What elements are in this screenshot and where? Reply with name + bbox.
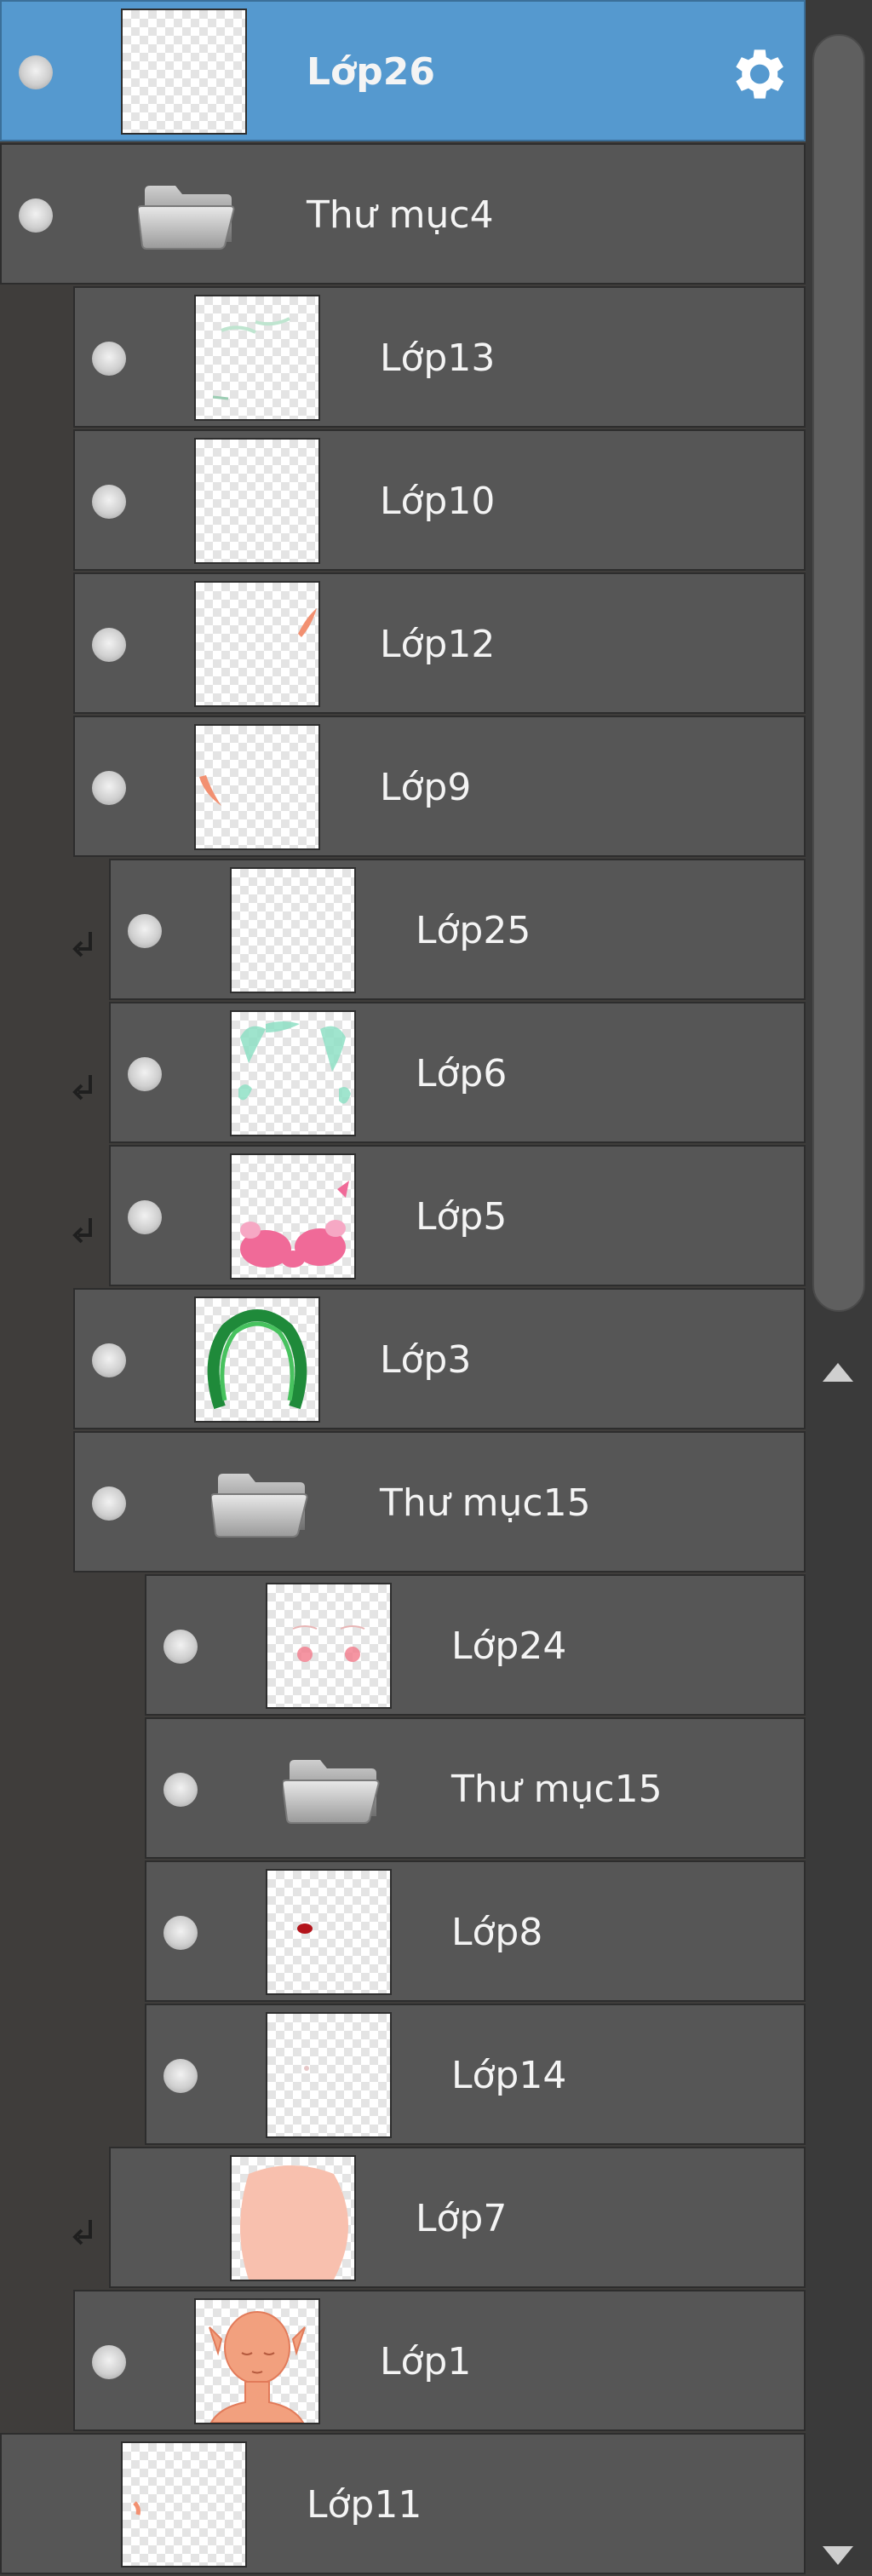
visibility-toggle-icon[interactable] bbox=[128, 1057, 162, 1091]
folder-name: Thư mục15 bbox=[380, 1481, 591, 1525]
scroll-up-arrow-icon[interactable] bbox=[823, 1363, 853, 1382]
layer-row[interactable]: Lớp7 bbox=[109, 2147, 806, 2288]
layer-thumbnail bbox=[196, 296, 318, 419]
visibility-toggle-icon[interactable] bbox=[164, 2059, 198, 2093]
visibility-toggle-icon[interactable] bbox=[92, 342, 126, 376]
layer-thumbnail bbox=[123, 2443, 245, 2566]
layer-name: Lớp26 bbox=[307, 50, 435, 94]
layer-name: Lớp7 bbox=[416, 2197, 508, 2240]
layer-row[interactable]: Lớp8 bbox=[145, 1860, 806, 2002]
layer-thumbnail bbox=[267, 1584, 390, 1707]
layer-thumbnail bbox=[196, 440, 318, 562]
layer-thumbnail bbox=[232, 869, 354, 992]
layer-row[interactable]: Lớp25 bbox=[109, 859, 806, 1000]
folder-icon bbox=[209, 1465, 313, 1542]
visibility-toggle-icon[interactable] bbox=[92, 771, 126, 805]
layer-name: Lớp11 bbox=[307, 2483, 422, 2527]
visibility-toggle-icon[interactable] bbox=[92, 1486, 126, 1521]
folder-name: Thư mục15 bbox=[451, 1768, 663, 1811]
folder-row[interactable]: Thư mục15 bbox=[145, 1717, 806, 1859]
scrollbar-thumb[interactable] bbox=[812, 34, 865, 1312]
gear-icon[interactable] bbox=[724, 41, 790, 107]
layer-row[interactable]: Lớp3 bbox=[73, 1288, 806, 1429]
layer-name: Lớp10 bbox=[380, 480, 496, 523]
layer-row[interactable]: Lớp26 bbox=[0, 0, 806, 141]
layer-row[interactable]: Lớp24 bbox=[145, 1574, 806, 1716]
folder-row[interactable]: Thư mục4 bbox=[0, 143, 806, 285]
layer-name: Lớp24 bbox=[451, 1624, 567, 1668]
layer-thumbnail bbox=[232, 1012, 354, 1135]
clip-arrow-icon bbox=[72, 930, 97, 957]
clip-arrow-icon bbox=[72, 2218, 97, 2245]
folder-icon bbox=[281, 1751, 385, 1828]
folder-row[interactable]: Thư mục15 bbox=[73, 1431, 806, 1573]
layer-thumbnail bbox=[123, 10, 245, 133]
layer-thumbnail bbox=[267, 1871, 390, 1993]
layer-thumbnail bbox=[196, 1298, 318, 1421]
layers-panel: Lớp26 Thư mục4 Lớp13 Lớp10 Lớp12 Lớp9 Lớp25 Lớp… bbox=[0, 0, 806, 2574]
layer-row[interactable]: Lớp11 bbox=[0, 2433, 806, 2574]
layer-name: Lớp12 bbox=[380, 623, 496, 666]
layer-name: Lớp9 bbox=[380, 766, 472, 809]
layer-row[interactable]: Lớp5 bbox=[109, 1145, 806, 1286]
visibility-toggle-icon[interactable] bbox=[19, 55, 53, 89]
layer-thumbnail bbox=[196, 726, 318, 848]
visibility-toggle-icon[interactable] bbox=[128, 914, 162, 948]
scroll-down-arrow-icon[interactable] bbox=[823, 2546, 853, 2565]
layer-row[interactable]: Lớp10 bbox=[73, 429, 806, 571]
visibility-toggle-icon[interactable] bbox=[92, 1343, 126, 1377]
visibility-toggle-icon[interactable] bbox=[92, 628, 126, 662]
layer-name: Lớp14 bbox=[451, 2054, 567, 2097]
layer-row[interactable]: Lớp12 bbox=[73, 572, 806, 714]
visibility-toggle-icon[interactable] bbox=[164, 1630, 198, 1664]
visibility-toggle-icon[interactable] bbox=[92, 485, 126, 519]
layer-name: Lớp8 bbox=[451, 1911, 543, 1954]
layer-name: Lớp13 bbox=[380, 336, 496, 380]
clip-arrow-icon bbox=[72, 1073, 97, 1101]
layer-row[interactable]: Lớp14 bbox=[145, 2004, 806, 2145]
folder-name: Thư mục4 bbox=[307, 193, 494, 237]
visibility-toggle-icon[interactable] bbox=[19, 198, 53, 233]
layer-thumbnail bbox=[232, 1155, 354, 1278]
layer-row[interactable]: Lớp9 bbox=[73, 716, 806, 857]
folder-icon bbox=[136, 177, 240, 254]
layer-thumbnail bbox=[267, 2014, 390, 2136]
clip-arrow-icon bbox=[72, 1216, 97, 1244]
layer-name: Lớp1 bbox=[380, 2340, 472, 2383]
layer-name: Lớp25 bbox=[416, 909, 531, 952]
layer-name: Lớp3 bbox=[380, 1338, 472, 1382]
layer-row[interactable]: Lớp1 bbox=[73, 2290, 806, 2431]
visibility-toggle-icon[interactable] bbox=[92, 2345, 126, 2379]
layer-thumbnail bbox=[196, 583, 318, 705]
scrollbar[interactable] bbox=[806, 0, 872, 2570]
layer-thumbnail bbox=[232, 2157, 354, 2280]
visibility-toggle-icon[interactable] bbox=[164, 1773, 198, 1807]
layer-name: Lớp6 bbox=[416, 1052, 508, 1095]
layer-name: Lớp5 bbox=[416, 1195, 508, 1239]
layer-thumbnail bbox=[196, 2300, 318, 2423]
layer-row[interactable]: Lớp6 bbox=[109, 1002, 806, 1143]
visibility-toggle-icon[interactable] bbox=[128, 1200, 162, 1234]
visibility-toggle-icon[interactable] bbox=[164, 1916, 198, 1950]
layer-row[interactable]: Lớp13 bbox=[73, 286, 806, 428]
